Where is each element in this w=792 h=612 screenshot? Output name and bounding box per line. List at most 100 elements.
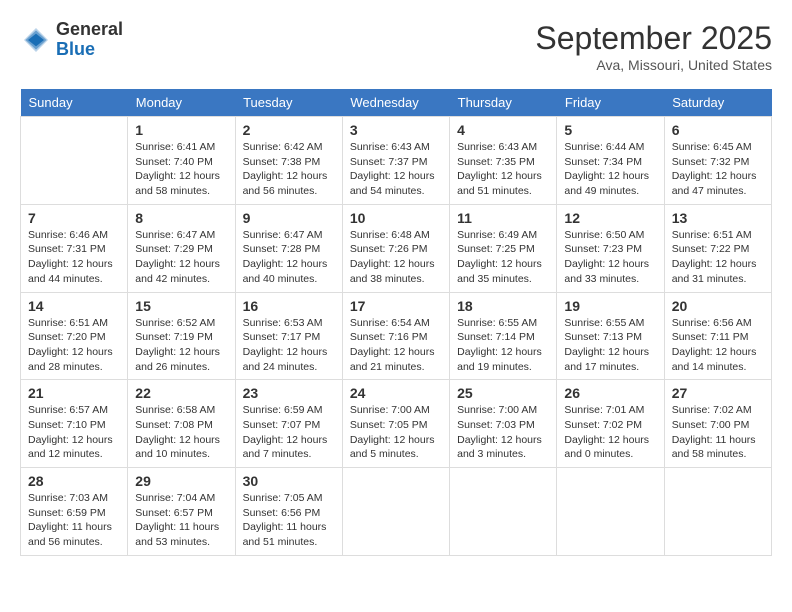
day-number: 23	[243, 385, 335, 401]
day-info: Sunrise: 6:50 AMSunset: 7:23 PMDaylight:…	[564, 228, 656, 287]
calendar-cell: 26 Sunrise: 7:01 AMSunset: 7:02 PMDayligh…	[557, 380, 664, 468]
day-number: 11	[457, 210, 549, 226]
day-number: 22	[135, 385, 227, 401]
week-row-1: 1 Sunrise: 6:41 AMSunset: 7:40 PMDaylight…	[21, 117, 772, 205]
day-info: Sunrise: 6:51 AMSunset: 7:22 PMDaylight:…	[672, 228, 764, 287]
week-row-3: 14Sunrise: 6:51 AMSunset: 7:20 PMDayligh…	[21, 292, 772, 380]
day-info: Sunrise: 6:49 AMSunset: 7:25 PMDaylight:…	[457, 228, 549, 287]
day-info: Sunrise: 7:03 AMSunset: 6:59 PMDaylight:…	[28, 491, 120, 550]
calendar-cell: 24 Sunrise: 7:00 AMSunset: 7:05 PMDayligh…	[342, 380, 449, 468]
calendar-cell: 25 Sunrise: 7:00 AMSunset: 7:03 PMDayligh…	[450, 380, 557, 468]
day-info: Sunrise: 7:00 AMSunset: 7:03 PMDaylight:…	[457, 403, 549, 462]
calendar-cell: 14Sunrise: 6:51 AMSunset: 7:20 PMDayligh…	[21, 292, 128, 380]
day-info: Sunrise: 6:46 AMSunset: 7:31 PMDaylight:…	[28, 228, 120, 287]
day-number: 26	[564, 385, 656, 401]
calendar-cell: 5 Sunrise: 6:44 AMSunset: 7:34 PMDaylight…	[557, 117, 664, 205]
day-info: Sunrise: 6:45 AMSunset: 7:32 PMDaylight:…	[672, 140, 764, 199]
weekday-header-wednesday: Wednesday	[342, 89, 449, 117]
day-info: Sunrise: 6:43 AMSunset: 7:37 PMDaylight:…	[350, 140, 442, 199]
logo-icon	[20, 24, 52, 56]
weekday-header-monday: Monday	[128, 89, 235, 117]
day-number: 1	[135, 122, 227, 138]
weekday-header-row: SundayMondayTuesdayWednesdayThursdayFrid…	[21, 89, 772, 117]
day-info: Sunrise: 7:01 AMSunset: 7:02 PMDaylight:…	[564, 403, 656, 462]
day-number: 19	[564, 298, 656, 314]
calendar-cell: 10 Sunrise: 6:48 AMSunset: 7:26 PMDayligh…	[342, 204, 449, 292]
month-title: September 2025	[535, 20, 772, 57]
day-number: 2	[243, 122, 335, 138]
calendar-cell: 28Sunrise: 7:03 AMSunset: 6:59 PMDayligh…	[21, 468, 128, 556]
day-number: 29	[135, 473, 227, 489]
day-number: 5	[564, 122, 656, 138]
day-info: Sunrise: 6:58 AMSunset: 7:08 PMDaylight:…	[135, 403, 227, 462]
day-info: Sunrise: 6:43 AMSunset: 7:35 PMDaylight:…	[457, 140, 549, 199]
day-number: 9	[243, 210, 335, 226]
title-block: September 2025 Ava, Missouri, United Sta…	[535, 20, 772, 73]
weekday-header-tuesday: Tuesday	[235, 89, 342, 117]
calendar-cell: 8Sunrise: 6:47 AMSunset: 7:29 PMDaylight…	[128, 204, 235, 292]
day-info: Sunrise: 6:41 AMSunset: 7:40 PMDaylight:…	[135, 140, 227, 199]
weekday-header-thursday: Thursday	[450, 89, 557, 117]
calendar-cell: 2Sunrise: 6:42 AMSunset: 7:38 PMDaylight…	[235, 117, 342, 205]
location: Ava, Missouri, United States	[535, 57, 772, 73]
calendar-table: SundayMondayTuesdayWednesdayThursdayFrid…	[20, 89, 772, 556]
day-info: Sunrise: 6:48 AMSunset: 7:26 PMDaylight:…	[350, 228, 442, 287]
calendar-cell: 11 Sunrise: 6:49 AMSunset: 7:25 PMDayligh…	[450, 204, 557, 292]
day-info: Sunrise: 6:56 AMSunset: 7:11 PMDaylight:…	[672, 316, 764, 375]
calendar-cell: 21 Sunrise: 6:57 AMSunset: 7:10 PMDayligh…	[21, 380, 128, 468]
calendar-cell: 12 Sunrise: 6:50 AMSunset: 7:23 PMDayligh…	[557, 204, 664, 292]
day-number: 16	[243, 298, 335, 314]
calendar-cell	[450, 468, 557, 556]
day-info: Sunrise: 7:00 AMSunset: 7:05 PMDaylight:…	[350, 403, 442, 462]
calendar-cell: 7 Sunrise: 6:46 AMSunset: 7:31 PMDaylight…	[21, 204, 128, 292]
week-row-2: 7 Sunrise: 6:46 AMSunset: 7:31 PMDaylight…	[21, 204, 772, 292]
calendar-cell: 23 Sunrise: 6:59 AMSunset: 7:07 PMDayligh…	[235, 380, 342, 468]
day-number: 21	[28, 385, 120, 401]
day-info: Sunrise: 6:55 AMSunset: 7:14 PMDaylight:…	[457, 316, 549, 375]
day-number: 12	[564, 210, 656, 226]
day-info: Sunrise: 6:52 AMSunset: 7:19 PMDaylight:…	[135, 316, 227, 375]
calendar-cell: 16Sunrise: 6:53 AMSunset: 7:17 PMDayligh…	[235, 292, 342, 380]
logo-blue: Blue	[56, 40, 123, 60]
calendar-cell: 20 Sunrise: 6:56 AMSunset: 7:11 PMDayligh…	[664, 292, 771, 380]
calendar-cell	[557, 468, 664, 556]
weekday-header-sunday: Sunday	[21, 89, 128, 117]
day-number: 20	[672, 298, 764, 314]
calendar-cell: 29 Sunrise: 7:04 AMSunset: 6:57 PMDayligh…	[128, 468, 235, 556]
day-number: 13	[672, 210, 764, 226]
day-number: 17	[350, 298, 442, 314]
day-info: Sunrise: 6:55 AMSunset: 7:13 PMDaylight:…	[564, 316, 656, 375]
day-number: 4	[457, 122, 549, 138]
day-number: 6	[672, 122, 764, 138]
day-info: Sunrise: 6:59 AMSunset: 7:07 PMDaylight:…	[243, 403, 335, 462]
day-info: Sunrise: 7:05 AMSunset: 6:56 PMDaylight:…	[243, 491, 335, 550]
calendar-cell	[21, 117, 128, 205]
calendar-cell: 19 Sunrise: 6:55 AMSunset: 7:13 PMDayligh…	[557, 292, 664, 380]
logo-text: General Blue	[56, 20, 123, 60]
weekday-header-saturday: Saturday	[664, 89, 771, 117]
day-info: Sunrise: 7:02 AMSunset: 7:00 PMDaylight:…	[672, 403, 764, 462]
calendar-cell: 17 Sunrise: 6:54 AMSunset: 7:16 PMDayligh…	[342, 292, 449, 380]
day-number: 8	[135, 210, 227, 226]
day-number: 7	[28, 210, 120, 226]
day-number: 18	[457, 298, 549, 314]
day-info: Sunrise: 6:47 AMSunset: 7:28 PMDaylight:…	[243, 228, 335, 287]
calendar-cell: 1 Sunrise: 6:41 AMSunset: 7:40 PMDaylight…	[128, 117, 235, 205]
calendar-cell	[342, 468, 449, 556]
calendar-cell: 13 Sunrise: 6:51 AMSunset: 7:22 PMDayligh…	[664, 204, 771, 292]
day-info: Sunrise: 7:04 AMSunset: 6:57 PMDaylight:…	[135, 491, 227, 550]
logo-general: General	[56, 20, 123, 40]
day-number: 24	[350, 385, 442, 401]
week-row-4: 21 Sunrise: 6:57 AMSunset: 7:10 PMDayligh…	[21, 380, 772, 468]
day-number: 25	[457, 385, 549, 401]
day-number: 10	[350, 210, 442, 226]
day-info: Sunrise: 6:51 AMSunset: 7:20 PMDaylight:…	[28, 316, 120, 375]
calendar-cell: 4 Sunrise: 6:43 AMSunset: 7:35 PMDaylight…	[450, 117, 557, 205]
calendar-cell: 9 Sunrise: 6:47 AMSunset: 7:28 PMDaylight…	[235, 204, 342, 292]
day-info: Sunrise: 6:54 AMSunset: 7:16 PMDaylight:…	[350, 316, 442, 375]
calendar-cell: 22 Sunrise: 6:58 AMSunset: 7:08 PMDayligh…	[128, 380, 235, 468]
day-info: Sunrise: 6:44 AMSunset: 7:34 PMDaylight:…	[564, 140, 656, 199]
calendar-cell: 18 Sunrise: 6:55 AMSunset: 7:14 PMDayligh…	[450, 292, 557, 380]
weekday-header-friday: Friday	[557, 89, 664, 117]
day-info: Sunrise: 6:57 AMSunset: 7:10 PMDaylight:…	[28, 403, 120, 462]
